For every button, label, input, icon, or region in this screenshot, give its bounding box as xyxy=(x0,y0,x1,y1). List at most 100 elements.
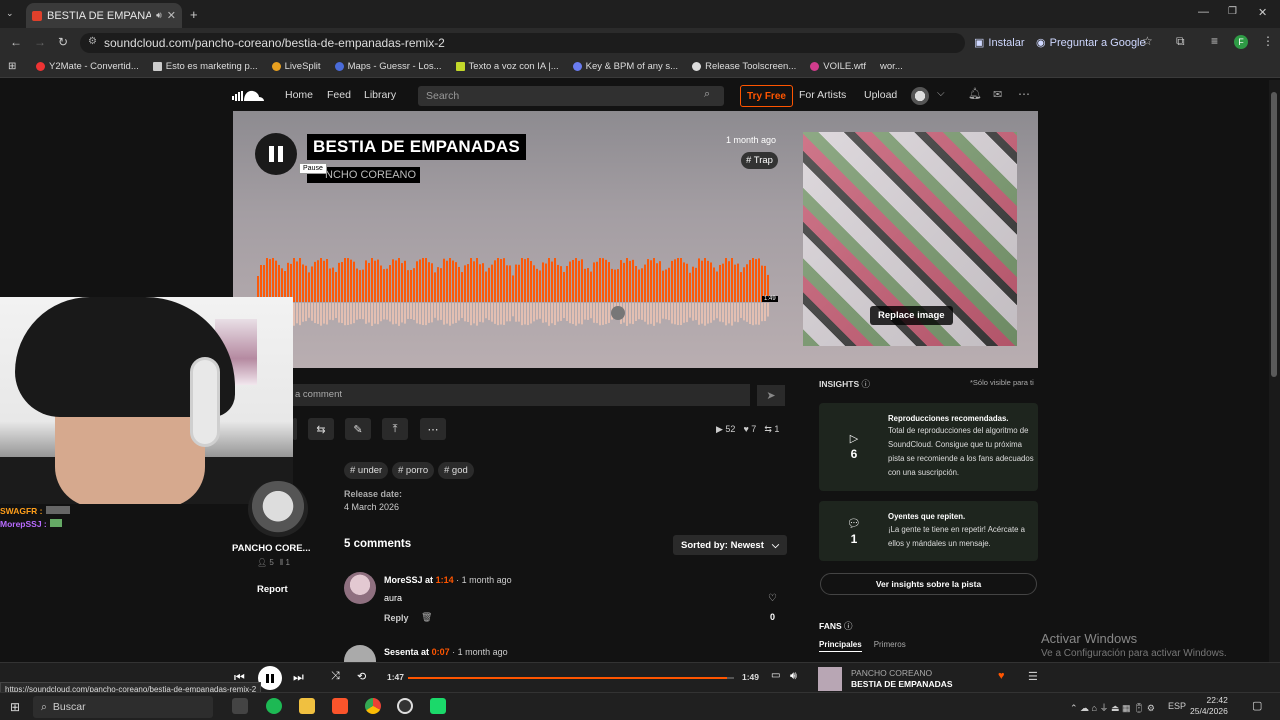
more-actions-icon[interactable]: ⋯ xyxy=(420,418,446,440)
notifications-icon[interactable]: ▢ xyxy=(1252,699,1262,712)
boost-icon[interactable]: ⤒ xyxy=(382,418,408,440)
volume-icon[interactable]: 🔊︎ xyxy=(790,670,797,683)
back-arrow-icon[interactable]: ← xyxy=(10,35,22,49)
bookmark-item[interactable]: Texto a voz con IA |... xyxy=(455,61,559,72)
comment-timestamp[interactable]: 0:07 xyxy=(432,647,450,657)
browser-tab-active[interactable]: BESTIA DE EMPANADAS by 🔊︎ ✕ xyxy=(26,3,182,28)
site-info-icon[interactable]: ⚙ xyxy=(88,36,97,47)
comment-input[interactable]: a comment xyxy=(293,384,750,406)
reading-list-icon[interactable]: ≡ xyxy=(1211,34,1218,48)
send-comment-icon[interactable]: ➤ xyxy=(757,385,785,406)
new-tab-plus-icon[interactable]: + xyxy=(190,7,198,22)
nav-upload[interactable]: Upload xyxy=(864,89,897,101)
nav-home[interactable]: Home xyxy=(285,89,313,101)
messages-mail-icon[interactable]: ✉ xyxy=(993,88,1002,101)
player-pause-button[interactable] xyxy=(258,666,282,690)
hashtag[interactable]: # god xyxy=(438,462,474,479)
bookmark-item[interactable]: LiveSplit xyxy=(271,61,321,72)
spotify-icon[interactable] xyxy=(266,698,282,714)
comment-user[interactable]: Sesenta xyxy=(384,647,419,657)
forward-arrow-icon[interactable]: → xyxy=(34,35,46,49)
hashtag[interactable]: # under xyxy=(344,462,389,479)
taskbar-search[interactable]: ⌕ Buscar xyxy=(33,696,213,718)
nav-for-artists[interactable]: For Artists xyxy=(799,89,846,101)
cast-icon[interactable]: ▭ xyxy=(771,670,780,681)
tab-principales[interactable]: Principales xyxy=(819,640,862,652)
bookmark-item[interactable]: Release Toolscreen... xyxy=(692,61,796,72)
delete-trash-icon[interactable]: 🗑︎ xyxy=(421,612,432,623)
now-playing-title[interactable]: BESTIA DE EMPANADAS xyxy=(851,679,953,689)
bookmark-item[interactable]: Esto es marketing p... xyxy=(152,61,258,72)
brave-icon[interactable] xyxy=(332,698,348,714)
chrome-icon[interactable] xyxy=(365,698,381,714)
bookmark-star-icon[interactable]: ☆ xyxy=(1142,34,1153,48)
tab-close-icon[interactable]: ✕ xyxy=(167,9,176,22)
repeat-icon[interactable]: ⟲ xyxy=(357,670,366,683)
bookmark-item[interactable]: Key & BPM of any s... xyxy=(572,61,678,72)
followers-stat[interactable]: 👤︎ 5 xyxy=(257,558,274,568)
repost-icon[interactable]: ⇆ xyxy=(308,418,334,440)
comment-avatar[interactable] xyxy=(344,572,376,604)
shuffle-icon[interactable]: ⤨ xyxy=(331,670,340,683)
taskbar-clock[interactable]: 22:42 25/4/2026 xyxy=(1190,695,1228,717)
user-avatar[interactable] xyxy=(911,87,929,105)
install-app-button[interactable]: ▣ Instalar xyxy=(974,36,1024,50)
user-menu-chevron-down-icon[interactable]: ⌵ xyxy=(937,88,945,99)
hashtag[interactable]: # porro xyxy=(392,462,435,479)
now-playing-artwork[interactable] xyxy=(818,667,842,691)
keyboard-language[interactable]: ESP xyxy=(1168,701,1186,711)
info-icon[interactable]: ⓘ xyxy=(844,621,853,631)
comment-timestamp[interactable]: 1:14 xyxy=(436,575,454,585)
comment-user[interactable]: MoreSSJ xyxy=(384,575,423,585)
ask-google-button[interactable]: ◉ Preguntar a Google xyxy=(1036,36,1146,50)
app-icon[interactable] xyxy=(430,698,446,714)
scrollbar-thumb[interactable] xyxy=(1271,92,1277,377)
audio-playing-icon[interactable]: 🔊︎ xyxy=(156,10,162,21)
sort-dropdown[interactable]: Sorted by: Newest ⌵ xyxy=(673,535,787,555)
genre-tag[interactable]: # Trap xyxy=(741,152,778,169)
waveform[interactable] xyxy=(257,258,771,326)
file-explorer-icon[interactable] xyxy=(299,698,315,714)
replace-image-button[interactable]: Replace image xyxy=(870,306,953,325)
bookmark-item[interactable]: Y2Mate - Convertid... xyxy=(36,61,139,72)
apps-grid-icon[interactable]: ⊞ xyxy=(8,61,16,72)
reply-button[interactable]: Reply xyxy=(384,613,409,623)
extensions-icon[interactable]: ⧉ xyxy=(1176,34,1185,49)
comment-avatar[interactable] xyxy=(344,645,376,662)
bookmark-item[interactable]: wor... xyxy=(880,61,903,72)
bookmark-item[interactable]: Maps - Guessr - Los... xyxy=(334,61,442,72)
reload-icon[interactable]: ↻ xyxy=(58,35,68,49)
now-playing-artist[interactable]: PANCHO COREANO xyxy=(851,668,932,678)
uploader-name[interactable]: PANCHO CORE... xyxy=(232,543,310,554)
window-minimize-icon[interactable]: — xyxy=(1198,6,1209,18)
waveform-comment-avatar[interactable] xyxy=(611,306,625,320)
notifications-bell-icon[interactable]: 🔔︎ xyxy=(968,87,982,100)
tracks-stat[interactable]: ⫴ 1 xyxy=(280,558,290,568)
tab-primeros[interactable]: Primeros xyxy=(874,640,906,652)
task-view-icon[interactable] xyxy=(232,698,248,714)
liked-heart-icon[interactable]: ♥ xyxy=(998,670,1005,682)
bookmark-item[interactable]: VOILE.wtf xyxy=(810,61,866,72)
try-free-button[interactable]: Try Free xyxy=(740,85,793,107)
windows-start-icon[interactable]: ⊞ xyxy=(10,700,20,714)
report-link[interactable]: Report xyxy=(257,584,288,595)
profile-avatar[interactable]: F xyxy=(1234,35,1248,49)
search-input[interactable]: Search xyxy=(418,86,724,106)
tray-icons[interactable]: ⌃ ☁ ⌂ ⏚ ⏏ ▦ 🔋︎ ⚙ xyxy=(1070,701,1155,714)
comment-like-heart-icon[interactable]: ♡ xyxy=(768,593,777,604)
window-restore-icon[interactable]: ❐ xyxy=(1228,6,1237,17)
edit-pencil-icon[interactable]: ✎ xyxy=(345,418,371,440)
more-options-icon[interactable]: ⋯ xyxy=(1018,87,1030,101)
tab-list-button[interactable]: ⌄ xyxy=(6,8,14,19)
uploader-avatar[interactable] xyxy=(248,481,308,537)
nav-feed[interactable]: Feed xyxy=(327,89,351,101)
next-track-icon[interactable]: ⏭︎ xyxy=(293,670,304,685)
search-icon[interactable]: ⌕ xyxy=(704,88,710,101)
obs-icon[interactable] xyxy=(397,698,413,714)
like-button[interactable] xyxy=(293,418,297,440)
window-close-icon[interactable]: ✕ xyxy=(1258,6,1267,19)
address-bar[interactable]: ⚙ soundcloud.com/pancho-coreano/bestia-d… xyxy=(80,33,965,53)
queue-icon[interactable]: ☰ xyxy=(1028,670,1038,683)
info-icon[interactable]: ⓘ xyxy=(862,379,871,389)
nav-library[interactable]: Library xyxy=(364,89,396,101)
